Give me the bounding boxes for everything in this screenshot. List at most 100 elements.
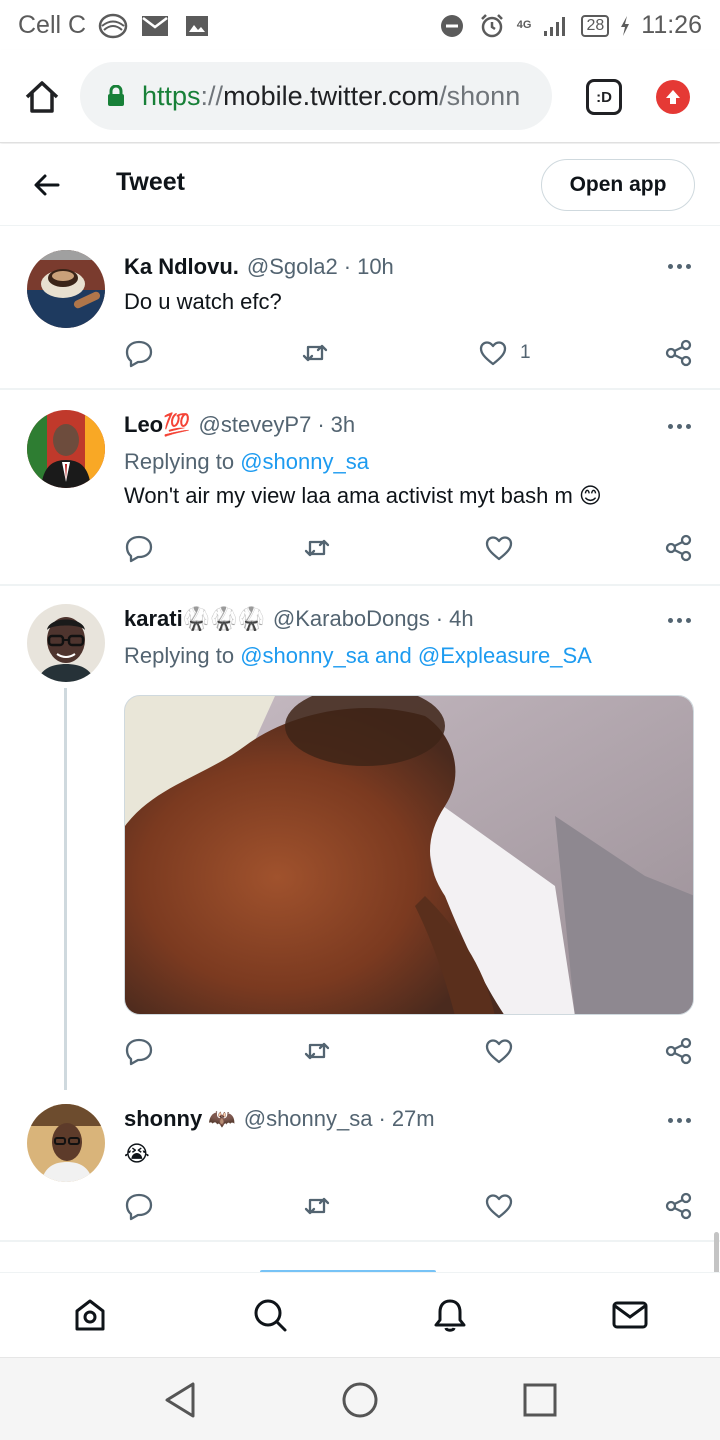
system-back-button[interactable] xyxy=(160,1380,200,1420)
avatar[interactable] xyxy=(27,1104,105,1182)
carrier-logo-icon xyxy=(98,13,128,39)
update-button[interactable] xyxy=(656,80,690,114)
mention-link[interactable]: @shonny_sa xyxy=(240,449,369,474)
network-type: 4G xyxy=(516,19,532,31)
avatar[interactable] xyxy=(27,250,105,328)
nav-home[interactable] xyxy=(70,1295,110,1335)
nav-messages[interactable] xyxy=(610,1295,650,1335)
twitter-bottom-nav xyxy=(0,1272,720,1357)
reply-button[interactable] xyxy=(124,1191,154,1221)
reply-button[interactable] xyxy=(124,338,154,368)
like-button[interactable] xyxy=(484,533,514,563)
retweet-icon xyxy=(304,1042,330,1060)
retweet-button[interactable] xyxy=(300,338,330,368)
share-button[interactable] xyxy=(664,338,694,368)
search-icon xyxy=(254,1299,287,1332)
more-options-button[interactable] xyxy=(664,610,694,630)
author-handle[interactable]: @shonny_sa xyxy=(244,1106,373,1132)
author-name[interactable]: Ka Ndlovu. xyxy=(124,254,239,280)
tab-switcher-label: :D xyxy=(596,88,612,106)
share-button[interactable] xyxy=(664,1036,694,1066)
tweet-actions xyxy=(124,1036,696,1066)
mail-notification-icon xyxy=(140,13,170,39)
triangle-back-icon xyxy=(165,1382,195,1418)
retweet-button[interactable] xyxy=(302,533,332,563)
author-name[interactable]: Leo💯 xyxy=(124,412,191,438)
status-bar: Cell C 4G 28 11:26 xyxy=(0,0,720,50)
author-handle[interactable]: @steveyP7 xyxy=(199,412,312,438)
like-button[interactable]: 1 xyxy=(478,338,531,368)
tweet-time[interactable]: 3h xyxy=(331,412,355,438)
share-icon xyxy=(665,1192,692,1220)
author-handle[interactable]: @Sgola2 xyxy=(247,254,338,280)
retweet-button[interactable] xyxy=(302,1191,332,1221)
heart-icon xyxy=(485,536,513,561)
twitter-header: Tweet Open app xyxy=(0,144,720,226)
like-button[interactable] xyxy=(484,1191,514,1221)
like-count: 1 xyxy=(520,342,531,363)
tweet-header: karati🥋🥋🥋 @KaraboDongs · 4h xyxy=(124,606,474,632)
separator-dot: · xyxy=(378,1106,386,1131)
alarm-icon xyxy=(477,13,507,39)
tweet[interactable]: shonny 🦇 @shonny_sa · 27m 😭 xyxy=(0,1090,720,1242)
share-button[interactable] xyxy=(664,1191,694,1221)
system-home-button[interactable] xyxy=(340,1380,380,1420)
signal-icon xyxy=(541,13,571,39)
retweet-icon xyxy=(304,539,330,557)
lock-icon xyxy=(108,85,124,106)
tweet-time[interactable]: 27m xyxy=(392,1106,435,1132)
author-name[interactable]: shonny 🦇 xyxy=(124,1106,236,1132)
nav-notifications[interactable] xyxy=(430,1295,470,1335)
battery-level: 28 xyxy=(586,16,605,34)
retweet-button[interactable] xyxy=(302,1036,332,1066)
open-app-button[interactable]: Open app xyxy=(541,159,695,211)
tweet-media-video[interactable] xyxy=(124,695,694,1015)
carrier-name: Cell C xyxy=(18,11,87,39)
heart-icon xyxy=(485,1039,513,1064)
url-bar[interactable]: https://mobile.twitter.com/shonn xyxy=(80,62,552,130)
like-button[interactable] xyxy=(484,1036,514,1066)
tweet-time[interactable]: 4h xyxy=(449,606,473,632)
tweet-actions xyxy=(124,1191,696,1221)
browser-toolbar: https://mobile.twitter.com/shonn :D xyxy=(0,50,720,143)
tweet[interactable]: Leo💯 @steveyP7 · 3h Replying to @shonny_… xyxy=(0,392,720,586)
tweet-header: Leo💯 @steveyP7 · 3h xyxy=(124,412,355,438)
home-icon xyxy=(25,81,59,113)
avatar[interactable] xyxy=(27,410,105,488)
tweet-text: 😭 xyxy=(124,1141,150,1166)
author-handle[interactable]: @KaraboDongs xyxy=(273,606,430,632)
system-navigation-bar xyxy=(0,1357,720,1440)
tweet-header: Ka Ndlovu. @Sgola2 · 10h xyxy=(124,254,394,280)
back-button[interactable] xyxy=(30,168,64,202)
reply-icon xyxy=(125,1038,153,1066)
url-text: https://mobile.twitter.com/shonn xyxy=(142,80,521,111)
nav-explore[interactable] xyxy=(250,1295,290,1335)
tweet-header: shonny 🦇 @shonny_sa · 27m xyxy=(124,1106,435,1132)
share-icon xyxy=(665,339,692,367)
separator-dot: · xyxy=(435,606,444,631)
charging-icon xyxy=(619,13,631,39)
more-options-button[interactable] xyxy=(664,256,694,276)
share-icon xyxy=(665,1037,692,1065)
author-name[interactable]: karati🥋🥋🥋 xyxy=(124,606,265,632)
home-icon xyxy=(75,1299,105,1331)
tab-switcher-button[interactable]: :D xyxy=(586,79,622,115)
battery-indicator: 28 xyxy=(581,14,610,37)
avatar[interactable] xyxy=(27,604,105,682)
reply-icon xyxy=(125,535,153,563)
video-thumbnail xyxy=(125,696,693,1014)
tweet-time[interactable]: 10h xyxy=(357,254,394,280)
system-recents-button[interactable] xyxy=(520,1380,560,1420)
tweet[interactable]: Ka Ndlovu. @Sgola2 · 10h Do u watch efc?… xyxy=(0,226,720,390)
bell-icon xyxy=(434,1299,466,1332)
reply-button[interactable] xyxy=(124,1036,154,1066)
mention-link[interactable]: @shonny_sa and @Expleasure_SA xyxy=(240,643,592,668)
more-options-button[interactable] xyxy=(664,1110,694,1130)
reply-button[interactable] xyxy=(124,533,154,563)
more-options-button[interactable] xyxy=(664,416,694,436)
share-button[interactable] xyxy=(664,533,694,563)
home-button[interactable] xyxy=(22,77,62,117)
retweet-icon xyxy=(304,1197,330,1215)
reply-icon xyxy=(125,1193,153,1221)
replying-to: Replying to @shonny_sa and @Expleasure_S… xyxy=(124,643,592,668)
